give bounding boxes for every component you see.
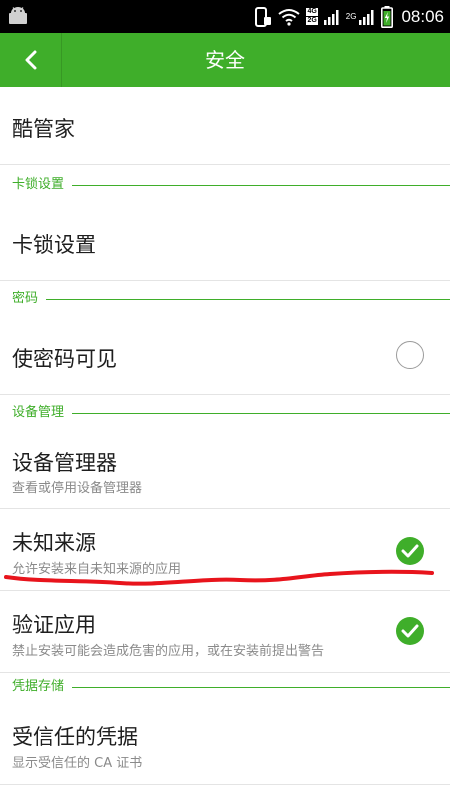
signal-strength-2-icon xyxy=(359,9,374,25)
list-item-label: 验证应用 xyxy=(12,613,96,637)
back-button[interactable] xyxy=(0,33,62,87)
network-type-indicator: 4G 2G xyxy=(306,7,318,26)
section-header-device: 设备管理 xyxy=(0,403,450,423)
show-password-checkbox[interactable] xyxy=(396,341,424,369)
unknown-sources-checkbox[interactable] xyxy=(396,537,424,565)
list-item-summary: 查看或停用设备管理器 xyxy=(12,481,143,496)
list-item-summary: 显示受信任的 CA 证书 xyxy=(12,756,143,771)
list-item-show-password[interactable]: 使密码可见 xyxy=(0,313,450,395)
android-debug-icon xyxy=(9,7,27,24)
section-header-label: 设备管理 xyxy=(12,403,73,423)
section-header-label: 卡锁设置 xyxy=(12,175,73,195)
phone-vibrate-icon xyxy=(255,6,272,27)
list-item-label: 受信任的凭据 xyxy=(12,725,138,749)
list-item-lock-settings[interactable]: 卡锁设置 xyxy=(0,199,450,281)
section-header-label: 密码 xyxy=(12,289,47,309)
list-item-label: 未知来源 xyxy=(12,531,96,555)
section-divider xyxy=(12,185,450,186)
list-item-label: 酷管家 xyxy=(12,117,75,141)
chevron-left-icon xyxy=(25,50,36,70)
verify-apps-checkbox[interactable] xyxy=(396,617,424,645)
settings-list: 酷管家 卡锁设置 卡锁设置 密码 使密码可见 设备管理 设备管理器 查看或停用设… xyxy=(0,87,450,800)
section-divider xyxy=(12,687,450,688)
checkmark-icon xyxy=(401,624,419,638)
list-item-label: 设备管理器 xyxy=(12,451,117,475)
list-item-label: 使密码可见 xyxy=(12,347,117,371)
section-divider xyxy=(12,413,450,414)
wifi-icon xyxy=(278,8,301,26)
signal-strength-icon xyxy=(323,9,339,25)
section-header-password: 密码 xyxy=(0,289,450,309)
section-divider xyxy=(12,299,450,300)
section-header-lock: 卡锁设置 xyxy=(0,175,450,195)
status-bar: 4G 2G 2G 08:06 xyxy=(0,0,450,33)
list-item-label: 卡锁设置 xyxy=(12,233,96,257)
list-item-trusted-credentials[interactable]: 受信任的凭据 显示受信任的 CA 证书 xyxy=(0,701,450,785)
section-header-credentials: 凭据存储 xyxy=(0,677,450,697)
status-clock: 08:06 xyxy=(401,6,444,26)
list-item-kugj[interactable]: 酷管家 xyxy=(0,87,450,165)
network-2g-secondary-label: 2G xyxy=(345,12,357,21)
page-title: 安全 xyxy=(205,48,245,72)
action-bar: 安全 xyxy=(0,33,450,87)
checkmark-icon xyxy=(401,544,419,558)
list-item-unknown-sources[interactable]: 未知来源 允许安装来自未知来源的应用 xyxy=(0,509,450,591)
list-item-device-admin[interactable]: 设备管理器 查看或停用设备管理器 xyxy=(0,427,450,509)
network-4g-label: 4G xyxy=(306,7,318,16)
network-2g-label: 2G xyxy=(306,16,318,25)
list-item-summary: 允许安装来自未知来源的应用 xyxy=(12,562,182,577)
list-item-summary: 禁止安装可能会造成危害的应用，或在安装前提出警告 xyxy=(12,644,325,659)
section-header-label: 凭据存储 xyxy=(12,677,73,697)
battery-charging-icon xyxy=(381,5,394,28)
list-item-verify-apps[interactable]: 验证应用 禁止安装可能会造成危害的应用，或在安装前提出警告 xyxy=(0,591,450,673)
